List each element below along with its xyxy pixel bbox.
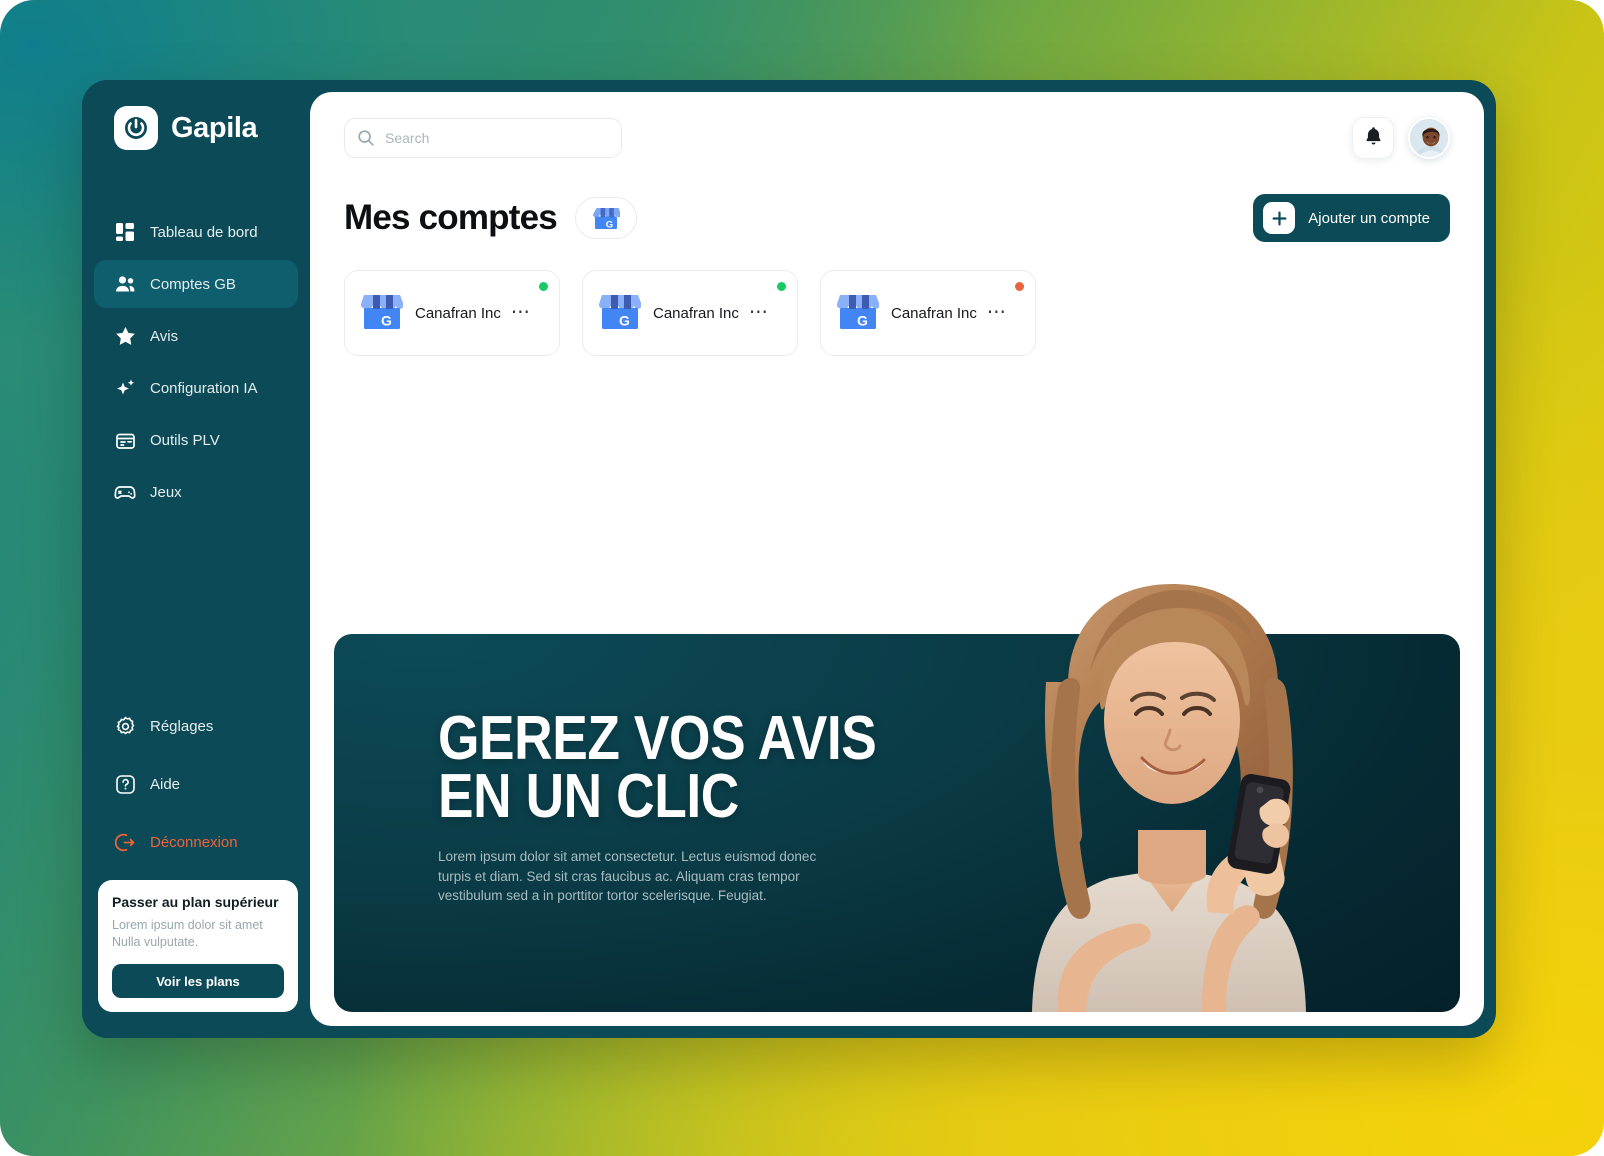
sidebar-item-label: Configuration IA <box>150 379 258 397</box>
sidebar-item-label: Comptes GB <box>150 275 236 293</box>
add-account-label: Ajouter un compte <box>1308 209 1430 227</box>
sidebar-item-label: Tableau de bord <box>150 223 258 241</box>
svg-text:G: G <box>381 313 392 329</box>
account-card[interactable]: G Canafran Inc ⋯ <box>344 270 560 356</box>
search-input[interactable] <box>344 118 622 158</box>
sidebar: Gapila Tableau de bord Comptes GB Avis C… <box>82 80 310 1038</box>
page-backdrop: Gapila Tableau de bord Comptes GB Avis C… <box>0 0 1604 1156</box>
sidebar-item-label: Aide <box>150 775 181 793</box>
help-icon <box>114 773 136 795</box>
account-name: Canafran Inc <box>891 304 977 322</box>
sidebar-item-label: Outils PLV <box>150 431 220 449</box>
page-header: Mes comptes G Ajouter un compte <box>310 184 1484 242</box>
promo-banner: GEREZ VOS AVIS EN UN CLIC Lorem ipsum do… <box>334 584 1460 1012</box>
sidebar-item-reglages[interactable]: Réglages <box>94 702 298 750</box>
sidebar-item-avis[interactable]: Avis <box>94 312 298 360</box>
promo-banner-text: GEREZ VOS AVIS EN UN CLIC Lorem ipsum do… <box>438 704 998 906</box>
promo-subtitle: Lorem ipsum dolor sit amet consectetur. … <box>438 849 817 904</box>
svg-text:G: G <box>619 313 630 329</box>
gamepad-icon <box>114 481 136 503</box>
sidebar-bottom-nav: Réglages Aide Déconnexion <box>82 702 310 866</box>
google-business-profile-icon[interactable]: G <box>574 197 637 239</box>
star-icon <box>114 325 136 347</box>
top-bar <box>310 92 1484 184</box>
brand-logo[interactable]: Gapila <box>82 106 310 150</box>
topbar-actions <box>1352 117 1450 159</box>
user-avatar[interactable] <box>1408 117 1450 159</box>
plus-icon <box>1263 202 1296 234</box>
users-icon <box>114 273 136 295</box>
search-field-wrapper <box>344 118 622 158</box>
sidebar-item-comptes-gb[interactable]: Comptes GB <box>94 260 298 308</box>
sidebar-item-aide[interactable]: Aide <box>94 760 298 808</box>
sidebar-nav: Tableau de bord Comptes GB Avis Configur… <box>82 208 310 516</box>
brand-name: Gapila <box>171 111 258 144</box>
google-business-storefront-icon: G <box>836 292 880 334</box>
status-badge <box>1015 282 1024 291</box>
upgrade-card-description: Lorem ipsum dolor sit amet Nulla vulputa… <box>112 918 263 950</box>
status-badge <box>539 282 548 291</box>
sidebar-item-outils-plv[interactable]: Outils PLV <box>94 416 298 464</box>
sidebar-item-label: Avis <box>150 327 179 345</box>
add-account-button[interactable]: Ajouter un compte <box>1253 194 1450 242</box>
storefront-icon <box>114 429 136 451</box>
app-window: Gapila Tableau de bord Comptes GB Avis C… <box>82 80 1496 1038</box>
gear-icon <box>114 715 136 737</box>
main-content: Mes comptes G <box>310 92 1484 1026</box>
sparkle-icon <box>114 377 136 399</box>
notifications-button[interactable] <box>1352 117 1394 159</box>
promo-headline: GEREZ VOS AVIS EN UN CLIC <box>438 704 877 831</box>
account-card[interactable]: G Canafran Inc ⋯ <box>582 270 798 356</box>
sidebar-item-label: Jeux <box>150 483 182 501</box>
sidebar-bottom-section: Réglages Aide Déconnexion Passer au plan… <box>82 702 310 1038</box>
svg-text:G: G <box>857 313 868 329</box>
status-badge <box>777 282 786 291</box>
sidebar-item-label: Réglages <box>150 717 214 735</box>
account-card[interactable]: G Canafran Inc ⋯ <box>820 270 1036 356</box>
page-title: Mes comptes <box>344 198 558 237</box>
google-business-storefront-icon: G <box>360 292 404 334</box>
account-name: Canafran Inc <box>415 304 501 322</box>
view-plans-button[interactable]: Voir les plans <box>112 964 284 998</box>
google-business-storefront-icon: G <box>598 292 642 334</box>
sidebar-item-tableau-de-bord[interactable]: Tableau de bord <box>94 208 298 256</box>
sidebar-item-label: Déconnexion <box>150 833 238 851</box>
sidebar-item-jeux[interactable]: Jeux <box>94 468 298 516</box>
logout-icon <box>114 831 136 853</box>
gapila-power-logo-icon <box>114 106 158 150</box>
accounts-list: G Canafran Inc ⋯ G Canafran Inc ⋯ G Cana… <box>310 242 1484 356</box>
ellipsis-icon[interactable]: ⋯ <box>749 303 770 322</box>
ellipsis-icon[interactable]: ⋯ <box>511 303 532 322</box>
bell-icon <box>1364 126 1383 151</box>
dashboard-icon <box>114 221 136 243</box>
sidebar-item-configuration-ia[interactable]: Configuration IA <box>94 364 298 412</box>
upgrade-card-title: Passer au plan supérieur <box>112 894 279 911</box>
account-name: Canafran Inc <box>653 304 739 322</box>
ellipsis-icon[interactable]: ⋯ <box>987 303 1008 322</box>
svg-text:G: G <box>606 219 613 230</box>
upgrade-card: Passer au plan supérieur Lorem ipsum dol… <box>98 880 298 1012</box>
sidebar-item-deconnexion[interactable]: Déconnexion <box>94 818 298 866</box>
